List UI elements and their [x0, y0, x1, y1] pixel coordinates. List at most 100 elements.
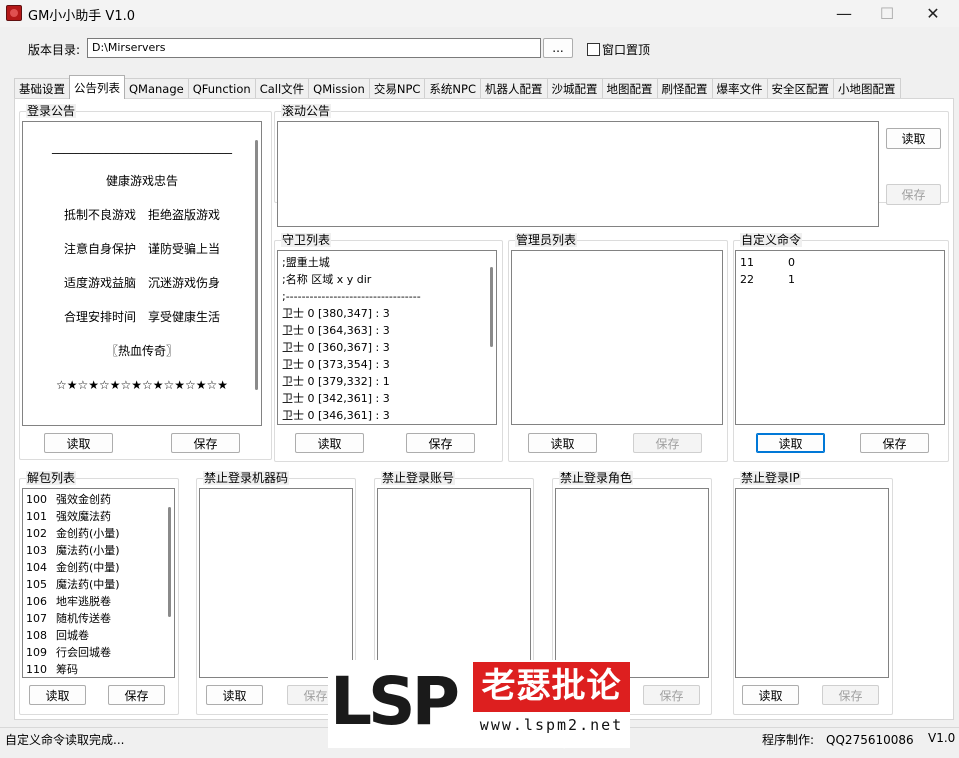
guard-list-line: 卫士 0 [346,361] : 3 — [282, 409, 390, 422]
admin-list-title: 管理员列表 — [515, 233, 578, 247]
login-notice-line: 抵制不良游戏 拒绝盗版游戏 — [63, 208, 220, 222]
ban-ip-textbox[interactable] — [735, 488, 889, 678]
scroll-notice-title: 滚动公告 — [281, 104, 332, 118]
login-notice-save-button[interactable]: 保存 — [171, 433, 240, 453]
unpack-list-row: 101 强效魔法药 — [26, 508, 171, 525]
unpack-item-name: 金创药(小量) — [56, 527, 120, 540]
login-notice-scrollbar[interactable] — [255, 140, 258, 390]
ban-machine-textbox[interactable] — [199, 488, 353, 678]
login-notice-line: 健康游戏忠告 — [105, 174, 178, 188]
unpack-list-row: 104 金创药(中量) — [26, 559, 171, 576]
guard-list-line: ;名称 区域 x y dir — [282, 273, 372, 286]
unpack-list-read-button[interactable]: 读取 — [29, 685, 86, 705]
login-notice-title: 登录公告 — [26, 104, 77, 118]
unpack-list-save-button[interactable]: 保存 — [108, 685, 165, 705]
login-notice-line: 合理安排时间 享受健康生活 — [63, 310, 220, 324]
close-button[interactable]: ✕ — [910, 0, 956, 27]
guard-list-scrollbar[interactable] — [490, 267, 493, 347]
ban-machine-read-button[interactable]: 读取 — [206, 685, 263, 705]
guard-list-textbox[interactable]: ;盟重土城 ;名称 区域 x y dir ;--------------------… — [277, 250, 497, 425]
title-bar: GM小小助手 V1.0 — ☐ ✕ — [0, 0, 959, 27]
tab-1[interactable]: 公告列表 — [69, 75, 125, 99]
watermark-site-name: 老瑟批论坛 — [473, 662, 630, 754]
ban-account-textbox[interactable] — [377, 488, 531, 678]
unpack-item-id: 103 — [26, 544, 47, 557]
admin-list-textbox[interactable] — [511, 250, 723, 425]
admin-list-read-button[interactable]: 读取 — [528, 433, 597, 453]
tab-6[interactable]: 交易NPC — [368, 78, 426, 99]
custom-command-row: 22 1 — [740, 271, 940, 288]
topmost-checkbox[interactable] — [587, 43, 600, 56]
tab-9[interactable]: 沙城配置 — [546, 78, 603, 99]
login-notice-textbox[interactable]: ______________________________ 健康游戏忠告抵制不良… — [22, 121, 262, 426]
watermark-url: www.lspm2.net — [479, 716, 624, 734]
login-notice-line: ☆★☆★☆★☆★☆★☆★☆★☆★ — [55, 378, 229, 392]
tab-2[interactable]: QManage — [124, 78, 189, 99]
tab-11[interactable]: 刷怪配置 — [656, 78, 713, 99]
login-notice-read-button[interactable]: 读取 — [44, 433, 113, 453]
tab-4[interactable]: Call文件 — [254, 78, 310, 99]
custom-command-read-button[interactable]: 读取 — [756, 433, 825, 453]
minimize-button[interactable]: — — [821, 0, 867, 27]
guard-list-title: 守卫列表 — [281, 233, 332, 247]
scroll-notice-save-button: 保存 — [886, 184, 941, 205]
tab-10[interactable]: 地图配置 — [601, 78, 658, 99]
ban-role-textbox[interactable] — [555, 488, 709, 678]
window-title: GM小小助手 V1.0 — [28, 9, 135, 24]
custom-command-value: 1 — [788, 273, 795, 286]
unpack-item-name: 强效金创药 — [56, 493, 111, 506]
custom-command-textbox[interactable]: 11 0 22 1 — [735, 250, 945, 425]
browse-button[interactable]: ... — [543, 38, 573, 58]
tab-8[interactable]: 机器人配置 — [480, 78, 548, 99]
custom-command-title: 自定义命令 — [740, 233, 803, 247]
tab-13[interactable]: 安全区配置 — [766, 78, 834, 99]
login-notice-line: ______________________________ — [52, 140, 232, 154]
unpack-list-row: 103 魔法药(小量) — [26, 542, 171, 559]
tab-3[interactable]: QFunction — [187, 78, 256, 99]
unpack-list-row: 109 行会回城卷 — [26, 644, 171, 661]
guard-list-read-button[interactable]: 读取 — [295, 433, 364, 453]
status-message: 自定义命令读取完成... — [5, 733, 125, 747]
unpack-item-id: 106 — [26, 595, 47, 608]
ban-role-title: 禁止登录角色 — [559, 471, 634, 485]
tab-12[interactable]: 爆率文件 — [711, 78, 768, 99]
tab-0[interactable]: 基础设置 — [14, 78, 70, 99]
unpack-item-id: 105 — [26, 578, 47, 591]
custom-command-value: 0 — [788, 256, 795, 269]
scroll-notice-textbox[interactable] — [277, 121, 879, 227]
ban-ip-title: 禁止登录IP — [740, 471, 801, 485]
ban-ip-save-button: 保存 — [822, 685, 879, 705]
ban-ip-read-button[interactable]: 读取 — [742, 685, 799, 705]
unpack-item-id: 104 — [26, 561, 47, 574]
tab-7[interactable]: 系统NPC — [424, 78, 481, 99]
guard-list-line: 卫士 0 [380,347] : 3 — [282, 307, 390, 320]
unpack-list-scrollbar[interactable] — [168, 507, 171, 617]
login-notice-line: 适度游戏益脑 沉迷游戏伤身 — [63, 276, 220, 290]
unpack-list-row: 108 回城卷 — [26, 627, 171, 644]
unpack-list-row: 105 魔法药(中量) — [26, 576, 171, 593]
unpack-list-row: 100 强效金创药 — [26, 491, 171, 508]
watermark: LSP 老瑟批论坛 www.lspm2.net — [328, 660, 630, 754]
custom-command-row: 11 0 — [740, 254, 940, 271]
unpack-list-row: 102 金创药(小量) — [26, 525, 171, 542]
login-notice-line: 〖热血传奇〗 — [105, 344, 178, 358]
guard-list-line: 卫士 0 [342,361] : 3 — [282, 392, 390, 405]
unpack-item-name: 魔法药(中量) — [56, 578, 120, 591]
guard-list-line: ;---------------------------------- — [282, 290, 421, 303]
tab-strip: 基础设置 公告列表 QManage QFunction Call文件 QMission 交易… — [14, 75, 901, 99]
custom-command-save-button[interactable]: 保存 — [860, 433, 929, 453]
ban-machine-title: 禁止登录机器码 — [203, 471, 290, 485]
unpack-item-name: 强效魔法药 — [56, 510, 111, 523]
unpack-item-id: 110 — [26, 663, 47, 676]
scroll-notice-read-button[interactable]: 读取 — [886, 128, 941, 149]
unpack-item-name: 魔法药(小量) — [56, 544, 120, 557]
guard-list-save-button[interactable]: 保存 — [406, 433, 475, 453]
guard-list-line: 卫士 0 [379,332] : 1 — [282, 375, 390, 388]
version-dir-input[interactable]: D:\Mirservers — [87, 38, 541, 58]
tab-14[interactable]: 小地图配置 — [833, 78, 901, 99]
custom-command-id: 11 — [740, 256, 754, 269]
guard-list-line: 卫士 0 [373,354] : 3 — [282, 358, 390, 371]
tab-5[interactable]: QMission — [308, 78, 370, 99]
unpack-list-textbox[interactable]: 100 强效金创药 101 强效魔法药 102 金创药(小量) 103 魔法药(小量) 104 金… — [22, 488, 175, 678]
ban-account-title: 禁止登录账号 — [381, 471, 456, 485]
